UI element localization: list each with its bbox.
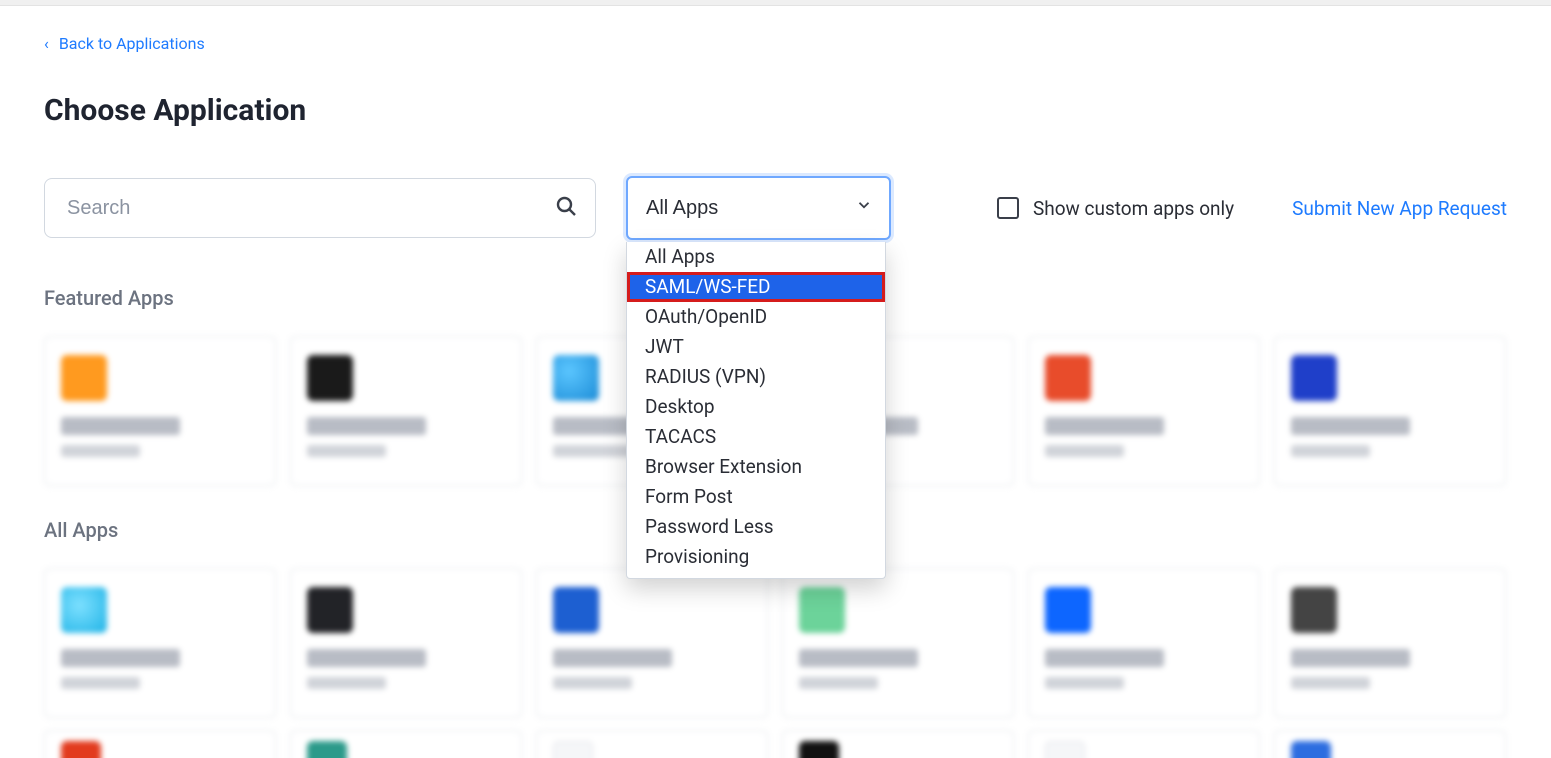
filter-option[interactable]: OAuth/OpenID bbox=[627, 302, 885, 332]
back-link-label: Back to Applications bbox=[59, 34, 205, 53]
app-name bbox=[307, 417, 426, 435]
app-icon bbox=[1045, 741, 1085, 758]
app-subtitle bbox=[1291, 445, 1370, 457]
filter-select-button[interactable]: All Apps bbox=[626, 176, 891, 240]
all-apps-row-2 bbox=[44, 730, 1507, 758]
app-card[interactable] bbox=[536, 730, 768, 758]
filter-option[interactable]: Password Less bbox=[627, 512, 885, 542]
app-card[interactable] bbox=[1274, 336, 1506, 486]
filter-option[interactable]: TACACS bbox=[627, 422, 885, 452]
app-name bbox=[1045, 649, 1164, 667]
filter-option[interactable]: All Apps bbox=[627, 242, 885, 272]
app-name bbox=[1291, 649, 1410, 667]
page-title: Choose Application bbox=[44, 93, 1507, 128]
app-card[interactable] bbox=[290, 568, 522, 718]
all-apps-row-1 bbox=[44, 568, 1507, 718]
app-subtitle bbox=[1291, 677, 1370, 689]
app-card[interactable] bbox=[44, 336, 276, 486]
filter-option[interactable]: SAML/WS-FED bbox=[627, 272, 885, 302]
filter-option[interactable]: Provisioning bbox=[627, 542, 885, 572]
app-card[interactable] bbox=[290, 730, 522, 758]
app-card[interactable] bbox=[1274, 568, 1506, 718]
filter-dropdown[interactable]: All AppsSAML/WS-FEDOAuth/OpenIDJWTRADIUS… bbox=[626, 242, 886, 579]
filter-option[interactable]: Desktop bbox=[627, 392, 885, 422]
chevron-left-icon: ‹ bbox=[44, 36, 49, 52]
app-icon bbox=[1291, 587, 1337, 633]
app-card[interactable] bbox=[1028, 730, 1260, 758]
filter-select[interactable]: All Apps All AppsSAML/WS-FEDOAuth/OpenID… bbox=[626, 176, 891, 240]
app-icon bbox=[553, 741, 593, 758]
app-subtitle bbox=[1045, 677, 1124, 689]
app-icon bbox=[799, 741, 839, 758]
app-subtitle bbox=[1045, 445, 1124, 457]
app-name bbox=[307, 649, 426, 667]
app-name bbox=[553, 649, 672, 667]
app-icon bbox=[1045, 587, 1091, 633]
app-card[interactable] bbox=[1028, 568, 1260, 718]
app-subtitle bbox=[61, 445, 140, 457]
app-card[interactable] bbox=[290, 336, 522, 486]
app-name bbox=[61, 649, 180, 667]
submit-new-app-link[interactable]: Submit New App Request bbox=[1292, 197, 1507, 220]
app-name bbox=[61, 417, 180, 435]
app-card[interactable] bbox=[44, 568, 276, 718]
app-subtitle bbox=[799, 677, 878, 689]
app-card[interactable] bbox=[44, 730, 276, 758]
app-subtitle bbox=[553, 677, 632, 689]
custom-only-group: Show custom apps only bbox=[997, 197, 1234, 220]
app-icon bbox=[1291, 355, 1337, 401]
app-icon bbox=[61, 741, 101, 758]
filter-option[interactable]: RADIUS (VPN) bbox=[627, 362, 885, 392]
app-subtitle bbox=[307, 445, 386, 457]
app-icon bbox=[553, 587, 599, 633]
filter-option[interactable]: Form Post bbox=[627, 482, 885, 512]
app-icon bbox=[307, 741, 347, 758]
app-icon bbox=[61, 587, 107, 633]
app-subtitle bbox=[61, 677, 140, 689]
filter-option[interactable]: Browser Extension bbox=[627, 452, 885, 482]
app-icon bbox=[61, 355, 107, 401]
chevron-down-icon bbox=[855, 196, 873, 220]
app-icon bbox=[799, 587, 845, 633]
app-card[interactable] bbox=[782, 730, 1014, 758]
app-subtitle bbox=[553, 445, 632, 457]
search-input[interactable] bbox=[44, 178, 596, 238]
app-icon bbox=[1045, 355, 1091, 401]
app-card[interactable] bbox=[1274, 730, 1506, 758]
app-icon bbox=[307, 587, 353, 633]
app-icon bbox=[1291, 741, 1331, 758]
app-name bbox=[799, 649, 918, 667]
app-card[interactable] bbox=[1028, 336, 1260, 486]
custom-only-label: Show custom apps only bbox=[1033, 197, 1234, 220]
app-card[interactable] bbox=[536, 568, 768, 718]
filter-selected-label: All Apps bbox=[646, 197, 718, 219]
custom-only-checkbox[interactable] bbox=[997, 197, 1019, 219]
search-icon[interactable] bbox=[554, 194, 578, 222]
app-subtitle bbox=[307, 677, 386, 689]
controls-row: All Apps All AppsSAML/WS-FEDOAuth/OpenID… bbox=[44, 176, 1507, 240]
app-name bbox=[1291, 417, 1410, 435]
back-to-applications-link[interactable]: ‹ Back to Applications bbox=[44, 34, 205, 53]
filter-option[interactable]: JWT bbox=[627, 332, 885, 362]
app-card[interactable] bbox=[782, 568, 1014, 718]
app-name bbox=[1045, 417, 1164, 435]
app-icon bbox=[307, 355, 353, 401]
app-icon bbox=[553, 355, 599, 401]
search-wrap bbox=[44, 178, 596, 238]
